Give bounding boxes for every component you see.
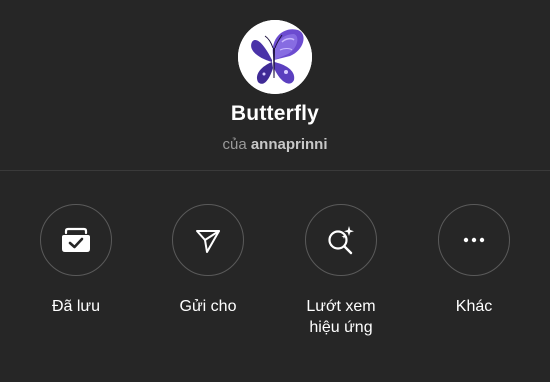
send-paper-plane-icon <box>196 230 220 253</box>
effect-header: Butterfly của annaprinni <box>0 0 550 170</box>
send-button-circle[interactable] <box>172 204 244 276</box>
saved-label: Đã lưu <box>51 298 101 315</box>
saved-button[interactable]: Đã lưu <box>16 204 136 317</box>
byline-prefix: của <box>222 136 247 153</box>
search-sparkle-icon <box>328 226 354 255</box>
send-label: Gửi cho <box>179 298 237 315</box>
more-dots-icon <box>463 237 485 243</box>
saved-button-circle[interactable] <box>40 204 112 276</box>
send-button[interactable]: Gửi cho <box>148 204 268 317</box>
creator-username[interactable]: annaprinni <box>251 136 328 153</box>
effect-name: Butterfly <box>230 102 320 125</box>
effect-avatar[interactable] <box>238 20 312 94</box>
more-button-circle[interactable] <box>438 204 510 276</box>
butterfly-icon <box>238 20 312 94</box>
more-label: Khác <box>455 298 493 315</box>
more-button[interactable]: Khác <box>414 204 534 317</box>
browse-effects-button[interactable]: Lướt xem hiệu ứng <box>281 204 401 338</box>
browse-effects-label: Lướt xem hiệu ứng <box>306 298 376 336</box>
saved-check-icon <box>62 227 90 252</box>
action-bar: Đã lưu Gửi cho Lướt xem hiệu ứng Khác <box>0 204 550 354</box>
divider <box>0 170 550 171</box>
browse-effects-button-circle[interactable] <box>305 204 377 276</box>
effect-byline: của annaprinni <box>0 136 550 153</box>
